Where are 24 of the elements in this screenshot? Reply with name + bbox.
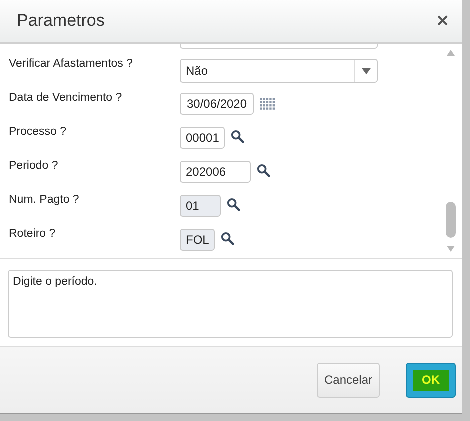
window-title: Parametros	[17, 11, 105, 31]
field-label: Verificar Afastamentos ?	[9, 57, 134, 72]
select-field[interactable]	[180, 44, 378, 49]
input-field[interactable]: 202006	[180, 161, 251, 183]
field-label: Data de Vencimento ?	[9, 91, 124, 106]
search-icon[interactable]	[227, 198, 240, 211]
scroll-down-icon[interactable]	[447, 246, 455, 252]
field-label: Num. Pagto ?	[9, 193, 80, 208]
date-field[interactable]: 30/06/2020	[180, 93, 254, 115]
field-label: Roteiro ?	[9, 227, 57, 242]
help-text: Digite o período.	[8, 270, 453, 338]
caret-icon[interactable]	[362, 68, 370, 74]
calendar-icon[interactable]	[260, 98, 275, 110]
close-button[interactable]: ×	[434, 11, 452, 31]
search-icon[interactable]	[221, 232, 234, 245]
scroll-up-icon[interactable]	[447, 50, 455, 56]
scrollbar-thumb[interactable]	[446, 202, 456, 238]
select-field[interactable]: Não	[180, 59, 378, 83]
search-icon[interactable]	[257, 164, 270, 177]
search-icon[interactable]	[231, 130, 244, 143]
field-label: Processo ?	[9, 125, 68, 140]
field-label: Periodo ?	[9, 159, 60, 174]
input-field[interactable]: 00001	[180, 127, 226, 149]
cancel-button[interactable]: Cancelar	[317, 362, 380, 398]
